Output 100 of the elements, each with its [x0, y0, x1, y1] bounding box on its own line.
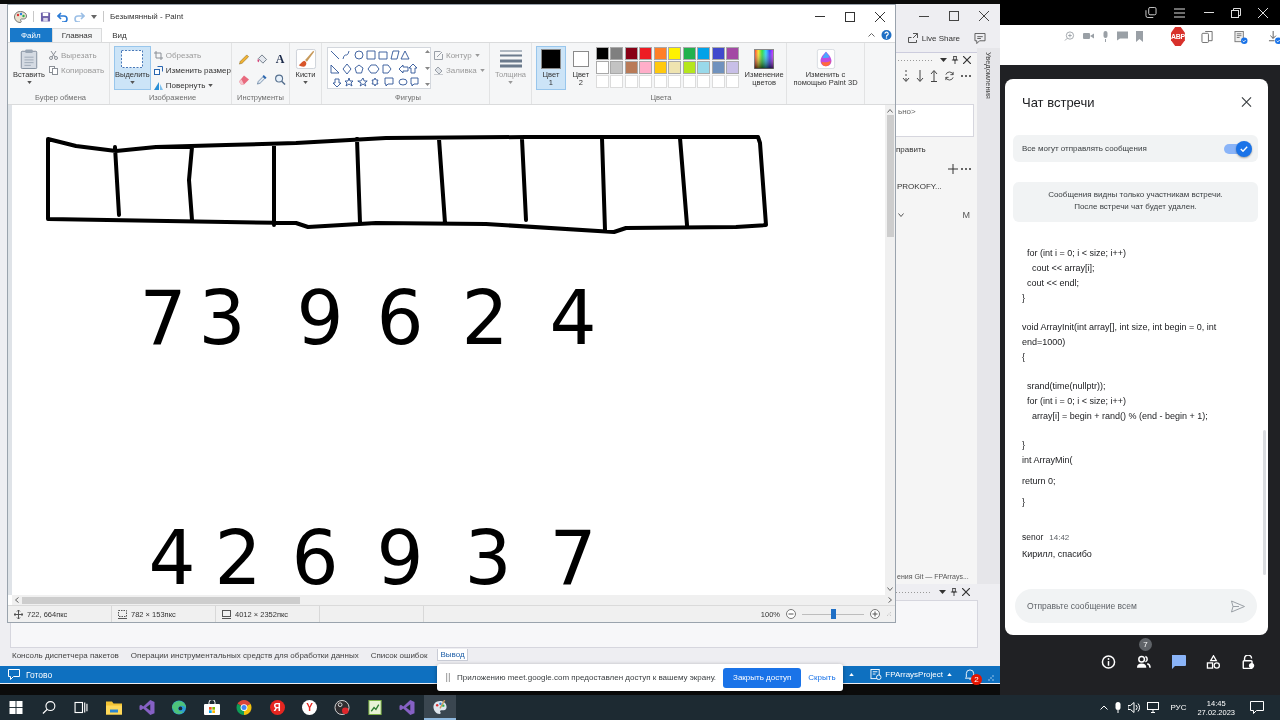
close-icon[interactable] — [979, 11, 989, 21]
restore-icon[interactable] — [1231, 7, 1241, 18]
zoom-out-icon[interactable] — [786, 609, 796, 619]
color-swatch[interactable] — [653, 61, 667, 74]
notification-center-icon[interactable] — [1250, 701, 1264, 714]
network-monitor-icon[interactable] — [1147, 702, 1160, 713]
bell-icon[interactable] — [964, 669, 976, 680]
slider-thumb[interactable] — [831, 608, 836, 619]
color-swatch[interactable] — [624, 47, 638, 60]
document-gear-icon[interactable] — [870, 669, 883, 680]
color-swatch[interactable] — [610, 61, 624, 74]
minimize-icon[interactable] — [919, 15, 929, 17]
close-icon[interactable] — [962, 588, 970, 596]
camera-icon[interactable] — [1083, 31, 1094, 41]
input-language[interactable]: РУС — [1170, 703, 1187, 712]
custom-color-slot[interactable] — [726, 75, 740, 88]
taskbar-app-button[interactable]: Я — [260, 695, 294, 720]
color-swatch[interactable] — [697, 47, 711, 60]
color-swatch[interactable] — [711, 47, 725, 60]
up-arrow-icon[interactable] — [930, 70, 938, 82]
resize-grip-icon[interactable] — [988, 675, 994, 681]
caret-down-icon[interactable] — [940, 58, 947, 62]
stop-sharing-button[interactable]: Закрыть доступ — [723, 667, 802, 688]
color-swatch[interactable] — [711, 61, 725, 74]
shapes-gallery[interactable] — [327, 47, 431, 89]
caret-down-icon[interactable] — [91, 14, 97, 19]
vertical-scrollbar[interactable] — [885, 105, 895, 595]
toggle-switch[interactable] — [1224, 143, 1250, 154]
menu-icon[interactable] — [1174, 7, 1185, 18]
color-swatch[interactable] — [595, 47, 609, 60]
overlapping-pages-icon[interactable] — [1200, 31, 1214, 43]
download-check-icon[interactable] — [1267, 31, 1280, 44]
send-icon[interactable] — [1231, 599, 1245, 613]
down-arrow-icon[interactable] — [916, 70, 924, 82]
panel-tab[interactable]: Список ошибок — [368, 649, 430, 661]
chevron-down-icon[interactable] — [887, 587, 893, 591]
chevron-down-icon[interactable] — [898, 213, 904, 217]
caret-up-icon[interactable] — [947, 673, 952, 676]
custom-color-slot[interactable] — [595, 75, 609, 88]
commit-button[interactable]: править — [895, 145, 926, 154]
color-swatch[interactable] — [726, 61, 740, 74]
save-icon[interactable] — [40, 11, 51, 22]
color-swatch[interactable] — [682, 61, 696, 74]
live-share-button[interactable]: Live Share — [907, 33, 960, 43]
project-name[interactable]: FPArraysProject — [885, 670, 943, 679]
color-swatch[interactable] — [624, 61, 638, 74]
bookmark-icon[interactable] — [1136, 31, 1143, 42]
taskbar-app-button[interactable]: Y — [293, 695, 326, 720]
plus-icon[interactable] — [948, 164, 958, 174]
close-icon[interactable] — [875, 11, 885, 22]
custom-color-slot[interactable] — [610, 75, 624, 88]
panel-tab[interactable]: Операции инструментальных средств для обработки данных — [128, 649, 361, 661]
text-tool-button[interactable]: A — [275, 53, 285, 65]
eraser-icon[interactable] — [238, 73, 250, 85]
ribbon-tab[interactable]: Файл — [10, 28, 52, 42]
chevron-left-icon[interactable] — [15, 597, 19, 603]
ribbon-tab[interactable]: Главная — [51, 28, 103, 42]
commit-message-field[interactable]: ьно> — [895, 104, 974, 137]
custom-color-slot[interactable] — [711, 75, 725, 88]
scrollbar-thumb[interactable] — [1263, 430, 1266, 575]
close-icon[interactable] — [963, 56, 971, 64]
chat-button[interactable] — [1171, 655, 1186, 669]
color-swatch[interactable] — [639, 61, 653, 74]
maximize-icon[interactable] — [845, 11, 855, 22]
custom-color-slot[interactable] — [697, 75, 711, 88]
color-swatch[interactable] — [595, 61, 609, 74]
stacked-squares-icon[interactable] — [1145, 7, 1157, 18]
document-check-icon[interactable] — [1233, 31, 1248, 44]
pin-icon[interactable] — [950, 588, 958, 596]
feedback-icon[interactable] — [974, 32, 986, 44]
rotate-button[interactable]: Повернуть — [153, 78, 231, 92]
scrollbar-thumb[interactable] — [22, 596, 300, 604]
color-swatch[interactable] — [682, 47, 696, 60]
custom-color-slot[interactable] — [682, 75, 696, 88]
color-swatch[interactable] — [726, 47, 740, 60]
custom-color-slot[interactable] — [639, 75, 653, 88]
panel-tab[interactable]: Консоль диспетчера пакетов — [10, 649, 121, 661]
color-swatch[interactable] — [668, 61, 682, 74]
eyedropper-icon[interactable] — [256, 73, 268, 85]
host-button[interactable] — [1241, 655, 1256, 669]
taskbar-app-button[interactable] — [423, 695, 457, 720]
pin-icon[interactable] — [951, 56, 959, 64]
caret-up-icon[interactable] — [849, 673, 855, 676]
message-input[interactable]: Отправьте сообщение всем — [1027, 601, 1231, 611]
sync-icon[interactable] — [944, 71, 955, 81]
paint-palette-icon[interactable] — [14, 10, 27, 23]
hide-button[interactable]: Скрыть — [808, 673, 836, 682]
scrollbar-thumb[interactable] — [886, 115, 894, 237]
info-button[interactable] — [1101, 655, 1116, 669]
help-icon[interactable] — [881, 30, 892, 40]
color-swatch[interactable] — [639, 47, 653, 60]
undo-icon[interactable] — [57, 11, 68, 22]
magnifier-icon[interactable] — [274, 73, 286, 85]
color-swatch[interactable] — [653, 47, 667, 60]
horizontal-scrollbar[interactable] — [12, 595, 895, 605]
drag-handle-icon[interactable] — [446, 673, 450, 682]
color-swatch[interactable] — [668, 47, 682, 60]
activities-button[interactable] — [1206, 655, 1221, 669]
chat-icon[interactable] — [1117, 31, 1128, 41]
zoom-in-icon[interactable] — [870, 609, 880, 619]
